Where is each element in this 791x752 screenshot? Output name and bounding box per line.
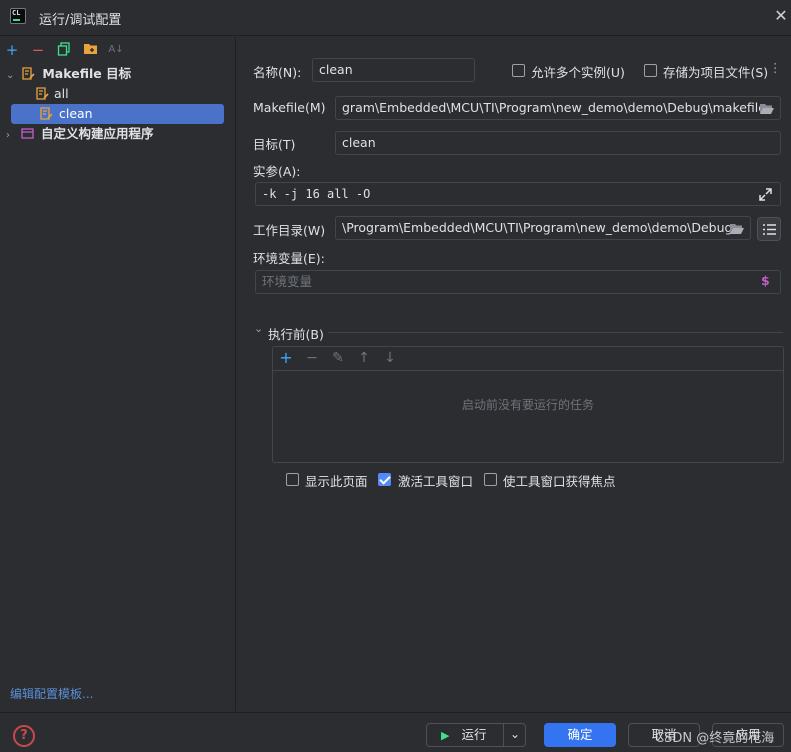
- macros-list-button[interactable]: [757, 217, 781, 241]
- remove-icon[interactable]: −: [304, 350, 320, 366]
- store-project-checkbox[interactable]: [644, 64, 657, 77]
- section-divider: [328, 332, 783, 333]
- makefile-icon: [36, 86, 49, 100]
- args-label: 实参(A):: [253, 164, 301, 179]
- folder-add-icon[interactable]: [82, 42, 98, 58]
- activate-tool-label[interactable]: 激活工具窗口: [398, 471, 473, 490]
- copy-icon[interactable]: [56, 42, 72, 58]
- before-launch-empty-text: 启动前没有要运行的任务: [461, 398, 594, 412]
- help-icon[interactable]: ?: [13, 725, 35, 747]
- env-label: 环境变量(E):: [253, 251, 325, 266]
- show-page-label[interactable]: 显示此页面: [305, 471, 368, 490]
- focus-tool-checkbox[interactable]: [484, 473, 497, 486]
- more-options-icon[interactable]: ⋮: [769, 60, 782, 75]
- ok-button[interactable]: 确定: [544, 723, 616, 747]
- before-launch-toolbar: + − ✎ ↑ ↓: [273, 347, 783, 371]
- allow-multiple-label[interactable]: 允许多个实例(U): [531, 62, 625, 81]
- tree-group-custom[interactable]: › 自定义构建应用程序: [6, 124, 234, 144]
- tree-group-makefile-label: Makefile 目标: [42, 66, 132, 81]
- close-icon[interactable]: ✕: [772, 7, 790, 25]
- tree-group-makefile[interactable]: ⌄ Makefile 目标: [6, 64, 234, 84]
- allow-multiple-checkbox[interactable]: [512, 64, 525, 77]
- run-button-label: 运行: [461, 727, 487, 742]
- edit-icon[interactable]: ✎: [330, 350, 346, 366]
- csdn-watermark: CSDN @终竟的花海: [655, 731, 775, 746]
- tree-item-clean-label: clean: [58, 106, 93, 121]
- folder-open-icon[interactable]: [759, 103, 775, 115]
- workdir-input[interactable]: \Program\Embedded\MCU\TI\Program\new_dem…: [335, 216, 751, 240]
- clion-app-icon: CL: [10, 8, 26, 24]
- tree-item-clean[interactable]: clean: [11, 104, 224, 124]
- store-project-label[interactable]: 存储为项目文件(S): [663, 62, 768, 81]
- play-icon: ▶: [441, 729, 450, 742]
- name-label: 名称(N):: [253, 65, 302, 80]
- chevron-down-icon[interactable]: ⌄: [6, 70, 14, 81]
- tree-toolbar: + − A↓: [0, 38, 236, 64]
- target-label: 目标(T): [253, 137, 296, 152]
- before-launch-title[interactable]: 执行前(B): [268, 324, 324, 343]
- custom-app-icon: [21, 126, 34, 139]
- window-title: 运行/调试配置: [39, 13, 122, 28]
- split-divider: [503, 724, 504, 746]
- chevron-down-icon[interactable]: ⌄: [254, 322, 263, 335]
- makefile-icon: [40, 106, 53, 120]
- list-icon: [763, 224, 776, 235]
- workdir-label: 工作目录(W): [253, 223, 326, 238]
- chevron-down-icon[interactable]: ⌄: [505, 723, 525, 747]
- tree-item-all-label: all: [53, 86, 69, 101]
- show-page-checkbox[interactable]: [286, 473, 299, 486]
- arrow-up-icon[interactable]: ↑: [356, 350, 372, 366]
- arrow-down-icon[interactable]: ↓: [382, 350, 398, 366]
- target-input[interactable]: clean: [335, 131, 781, 155]
- name-input[interactable]: clean: [312, 58, 475, 82]
- add-icon[interactable]: +: [278, 350, 294, 366]
- env-input[interactable]: 环境变量: [255, 270, 781, 294]
- chevron-right-icon[interactable]: ›: [6, 130, 10, 141]
- makefile-label: Makefile(M): [253, 100, 326, 115]
- args-input[interactable]: -k -j 16 all -O: [255, 182, 781, 206]
- dollar-icon[interactable]: $: [761, 273, 770, 288]
- focus-tool-label[interactable]: 使工具窗口获得焦点: [503, 471, 616, 490]
- expand-icon[interactable]: [759, 188, 772, 201]
- sort-icon[interactable]: A↓: [108, 42, 124, 58]
- folder-open-icon[interactable]: [729, 223, 745, 235]
- tree-group-custom-label: 自定义构建应用程序: [40, 126, 154, 141]
- makefile-input[interactable]: gram\Embedded\MCU\TI\Program\new_demo\de…: [335, 96, 781, 120]
- activate-tool-checkbox[interactable]: [378, 473, 391, 486]
- remove-icon[interactable]: −: [30, 42, 46, 58]
- makefile-icon: [22, 66, 35, 80]
- add-icon[interactable]: +: [4, 42, 20, 58]
- edit-config-templates-link[interactable]: 编辑配置模板...: [10, 685, 93, 702]
- tree-item-all[interactable]: all: [36, 84, 226, 104]
